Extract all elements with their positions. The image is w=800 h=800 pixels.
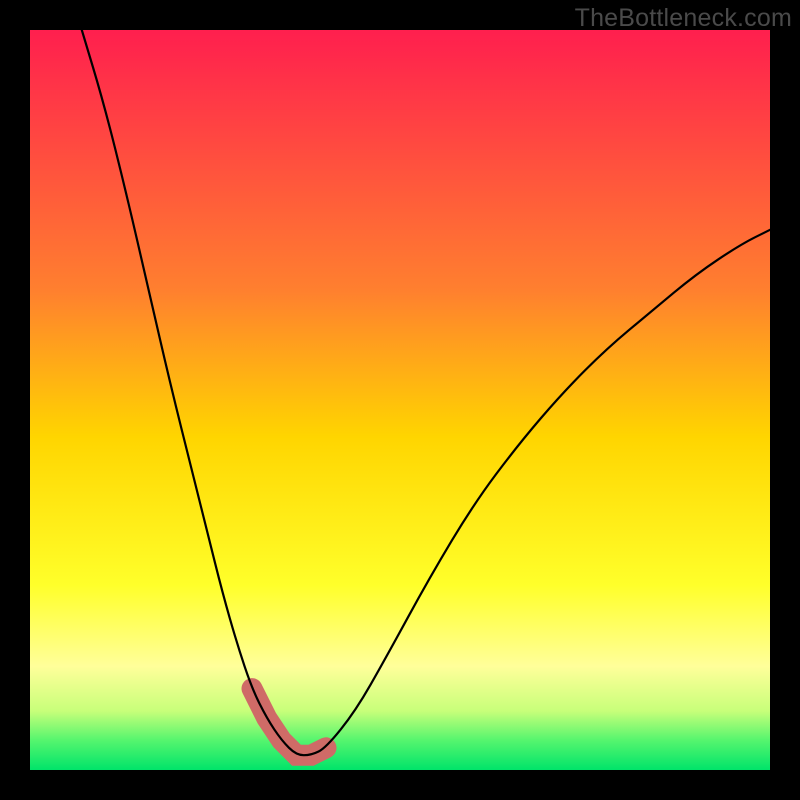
chart-frame <box>30 30 770 770</box>
watermark-label: TheBottleneck.com <box>575 4 792 33</box>
bottleneck-curve <box>82 30 770 755</box>
curve-highlight <box>252 689 326 756</box>
chart-plot <box>30 30 770 770</box>
